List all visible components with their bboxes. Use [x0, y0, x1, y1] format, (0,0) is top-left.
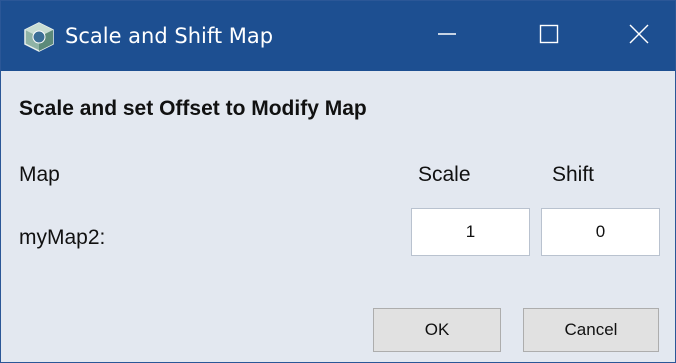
shift-input[interactable] — [541, 208, 660, 256]
column-header-scale: Scale — [418, 163, 471, 186]
close-button[interactable] — [605, 1, 673, 71]
maximize-icon — [539, 24, 559, 49]
minimize-button[interactable] — [413, 1, 481, 71]
ok-button[interactable]: OK — [373, 308, 501, 352]
window-title: Scale and Shift Map — [65, 24, 274, 48]
maximize-button[interactable] — [515, 1, 583, 71]
title-bar[interactable]: Scale and Shift Map — [1, 1, 675, 71]
close-icon — [628, 23, 650, 50]
dialog-body: Scale and set Offset to Modify Map Map S… — [1, 71, 675, 362]
scale-input[interactable] — [411, 208, 530, 256]
dialog-heading: Scale and set Offset to Modify Map — [19, 97, 367, 120]
cancel-button[interactable]: Cancel — [523, 308, 659, 352]
dialog-window: Scale and Shift Map Scale and set Offset… — [0, 0, 676, 363]
map-name-label: myMap2: — [19, 226, 106, 249]
column-header-shift: Shift — [552, 163, 595, 186]
cube-app-icon — [23, 22, 55, 52]
column-header-map: Map — [19, 163, 60, 186]
minimize-icon — [437, 24, 457, 49]
